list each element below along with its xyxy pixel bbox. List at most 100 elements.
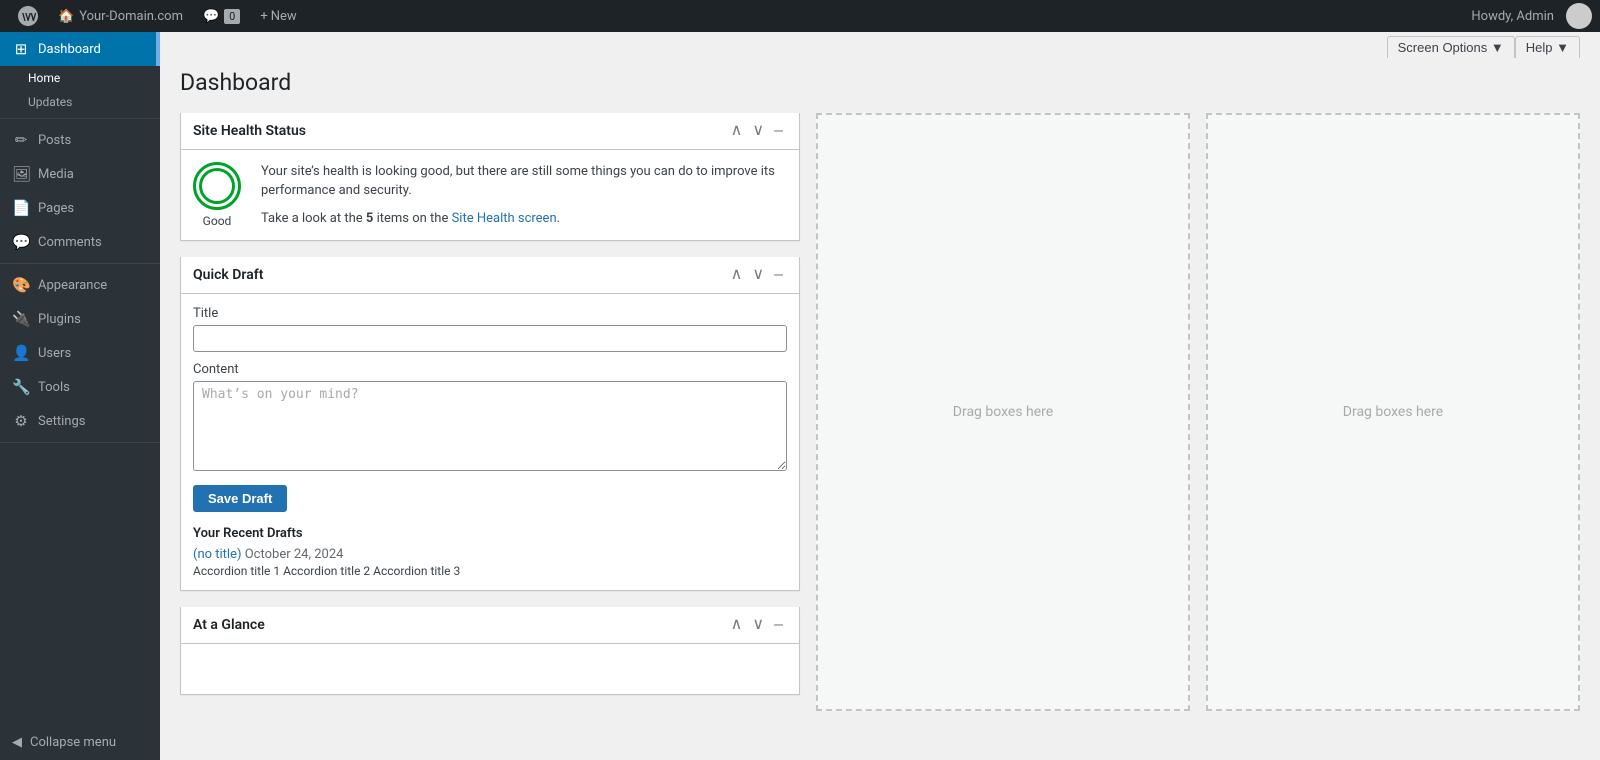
sidebar-item-appearance[interactable]: 🎨 Appearance	[0, 268, 160, 302]
home-label: Home	[28, 71, 60, 85]
toggle-icon: –	[774, 616, 783, 633]
users-icon: 👤	[12, 344, 30, 362]
site-health-title: Site Health Status	[193, 123, 306, 139]
health-status-label: Good	[203, 214, 232, 228]
comments-count: 0	[224, 9, 240, 24]
at-a-glance-collapse-up-button[interactable]: ∧	[727, 615, 747, 635]
drag-box-2: Drag boxes here	[1206, 113, 1580, 712]
plugins-icon: 🔌	[12, 310, 30, 328]
page-title: Dashboard	[180, 68, 1580, 98]
help-arrow-icon: ▼	[1556, 40, 1569, 55]
user-menu[interactable]: Howdy, Admin	[1463, 9, 1562, 24]
sidebar-item-pages[interactable]: 📄 Pages	[0, 191, 160, 225]
site-name-text: Your-Domain.com	[79, 9, 183, 24]
dashboard-icon: ⊞	[12, 40, 30, 58]
quick-draft-toggle-button[interactable]: –	[770, 265, 787, 285]
posts-label: Posts	[38, 133, 71, 148]
at-a-glance-toggle-button[interactable]: –	[770, 615, 787, 635]
dashboard-column-right: Drag boxes here Drag boxes here	[816, 113, 1580, 712]
at-a-glance-collapse-down-button[interactable]: ∨	[748, 615, 768, 635]
appearance-icon: 🎨	[12, 276, 30, 294]
drag-box-2-label: Drag boxes here	[1343, 404, 1443, 420]
chevron-down-icon: ∨	[752, 122, 764, 139]
chevron-down-icon: ∨	[752, 616, 764, 633]
chevron-up-icon: ∧	[731, 122, 743, 139]
admin-sidebar: ⊞ Dashboard Home Updates ✏ Posts	[0, 32, 160, 760]
site-health-collapse-down-button[interactable]: ∨	[748, 121, 768, 141]
save-draft-button[interactable]: Save Draft	[193, 485, 287, 512]
site-name-button[interactable]: 🏠 Your-Domain.com	[48, 0, 193, 32]
quick-draft-widget: Quick Draft ∧ ∨ –	[180, 257, 800, 591]
site-health-header[interactable]: Site Health Status ∧ ∨ –	[181, 113, 799, 150]
health-circle	[193, 162, 241, 210]
health-circle-inner	[199, 168, 235, 204]
sidebar-item-tools[interactable]: 🔧 Tools	[0, 370, 160, 404]
help-label: Help	[1526, 40, 1553, 55]
sidebar-item-home[interactable]: Home	[0, 66, 160, 90]
sidebar-item-posts[interactable]: ✏ Posts	[0, 123, 160, 157]
updates-label: Updates	[28, 95, 72, 109]
recent-draft-1: (no title) October 24, 2024	[193, 547, 787, 562]
sidebar-item-settings[interactable]: ⚙ Settings	[0, 404, 160, 438]
quick-draft-title: Quick Draft	[193, 267, 263, 283]
screen-options-arrow-icon: ▼	[1491, 40, 1504, 55]
at-a-glance-controls: ∧ ∨ –	[727, 615, 787, 635]
quick-draft-header[interactable]: Quick Draft ∧ ∨ –	[181, 257, 799, 294]
screen-options-button[interactable]: Screen Options ▼	[1387, 36, 1515, 58]
comment-icon: 💬	[203, 9, 219, 24]
new-content-button[interactable]: + New	[250, 0, 306, 32]
recent-draft-2: Accordion title 1 Accordion title 2 Acco…	[193, 564, 787, 578]
toggle-icon: –	[774, 266, 783, 283]
toggle-icon: –	[774, 122, 783, 139]
content-field-label: Content	[193, 362, 787, 377]
sidebar-item-users[interactable]: 👤 Users	[0, 336, 160, 370]
sidebar-item-updates[interactable]: Updates	[0, 90, 160, 114]
site-health-collapse-up-button[interactable]: ∧	[727, 121, 747, 141]
media-label: Media	[38, 167, 74, 182]
quick-draft-collapse-up-button[interactable]: ∧	[727, 265, 747, 285]
quick-draft-collapse-down-button[interactable]: ∨	[748, 265, 768, 285]
posts-icon: ✏	[12, 131, 30, 149]
health-status-icon: Good	[193, 162, 241, 228]
site-health-description: Your site’s health is looking good, but …	[261, 162, 787, 229]
chevron-up-icon: ∧	[731, 616, 743, 633]
at-a-glance-header[interactable]: At a Glance ∧ ∨ –	[181, 607, 799, 644]
content-field-group: Content	[193, 362, 787, 475]
screen-options-label: Screen Options	[1398, 40, 1488, 55]
sidebar-item-plugins[interactable]: 🔌 Plugins	[0, 302, 160, 336]
dashboard-label: Dashboard	[38, 42, 101, 57]
quick-draft-controls: ∧ ∨ –	[727, 265, 787, 285]
at-a-glance-body	[181, 644, 799, 694]
pages-icon: 📄	[12, 199, 30, 217]
at-a-glance-title: At a Glance	[193, 617, 265, 633]
site-health-text-2: Take a look at the 5 items on the Site H…	[261, 209, 787, 229]
admin-bar: 🏠 Your-Domain.com 💬 0 + New Howdy, Admin	[0, 0, 1600, 32]
sidebar-item-media[interactable]: 🖼 Media	[0, 157, 160, 191]
title-field-label: Title	[193, 306, 787, 321]
collapse-icon: ◀	[12, 735, 22, 750]
appearance-label: Appearance	[38, 278, 107, 293]
sidebar-item-comments[interactable]: 💬 Comments	[0, 225, 160, 259]
collapse-label: Collapse menu	[30, 735, 116, 750]
plugins-label: Plugins	[38, 312, 81, 327]
howdy-text: Howdy, Admin	[1471, 9, 1554, 24]
settings-label: Settings	[38, 414, 85, 429]
comments-icon: 💬	[12, 233, 30, 251]
help-button[interactable]: Help ▼	[1515, 36, 1580, 58]
plus-icon: +	[260, 9, 267, 24]
sidebar-item-dashboard[interactable]: ⊞ Dashboard	[0, 32, 160, 66]
site-health-link[interactable]: Site Health screen	[452, 211, 557, 226]
drag-box-1-label: Drag boxes here	[953, 404, 1053, 420]
comments-button[interactable]: 💬 0	[193, 0, 250, 32]
draft-1-date: October 24, 2024	[242, 547, 344, 562]
site-health-toggle-button[interactable]: –	[770, 121, 787, 141]
draft-1-link[interactable]: (no title)	[193, 547, 242, 562]
settings-icon: ⚙	[12, 412, 30, 430]
title-input[interactable]	[193, 325, 787, 352]
new-label: New	[271, 9, 297, 24]
avatar[interactable]	[1566, 3, 1592, 29]
collapse-menu-button[interactable]: ◀ Collapse menu	[0, 725, 160, 760]
content-textarea[interactable]	[193, 381, 787, 471]
wp-logo-button[interactable]	[8, 0, 48, 32]
chevron-down-icon: ∨	[752, 266, 764, 283]
